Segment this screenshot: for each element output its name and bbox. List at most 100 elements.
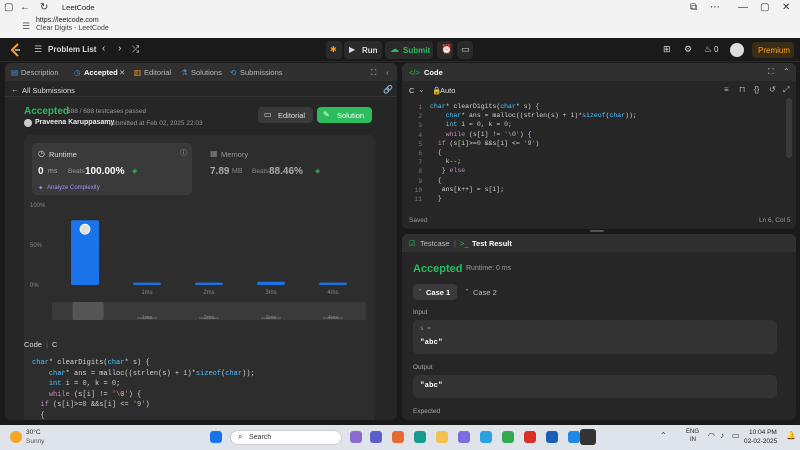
all-submissions-link[interactable]: All Submissions [22, 86, 75, 95]
code-line[interactable]: } [430, 195, 442, 202]
file-explorer-icon[interactable] [436, 431, 448, 443]
collapse-chevron-icon[interactable]: ⌃ [783, 67, 790, 76]
chrome-icon[interactable] [502, 431, 514, 443]
premium-button[interactable]: Premium [752, 42, 794, 58]
runtime-card[interactable]: ◷ Runtime ⓘ 0 ms Beats 100.00% ◈ ✦ Analy… [32, 143, 192, 195]
url-text[interactable]: https://leetcode.com [36, 17, 109, 24]
teams-icon[interactable] [370, 431, 382, 443]
weather-sun-icon[interactable] [10, 431, 22, 443]
bookmark-icon[interactable]: ⊓ [739, 85, 745, 94]
editor-scrollbar[interactable] [786, 98, 792, 158]
tab-submissions[interactable]: Submissions [240, 68, 283, 77]
tab-accepted[interactable]: Accepted [84, 68, 118, 77]
code-editor-area[interactable]: 1 char* clearDigits(char* s) {2 char* ans… [402, 96, 796, 209]
next-problem-icon[interactable]: › [118, 43, 121, 54]
mode-label[interactable]: Auto [440, 86, 455, 95]
menu-dots-icon[interactable]: ⋯ [710, 2, 720, 13]
avatar[interactable] [730, 43, 744, 57]
tab-testcase[interactable]: Testcase [420, 239, 450, 248]
analyze-complexity-link[interactable]: Analyze Complexity [47, 185, 100, 191]
chevron-down-icon[interactable]: ⌄ [418, 85, 425, 94]
volume-icon[interactable]: ♪ [720, 431, 724, 440]
code-line[interactable]: { [430, 177, 442, 184]
close-icon[interactable]: ✕ [782, 2, 790, 13]
sidebar-toggle-icon[interactable]: ▢ [4, 2, 13, 13]
tab-test-result[interactable]: Test Result [472, 239, 512, 248]
code-line[interactable]: while (s[i] != '\0') { [430, 131, 532, 138]
tab-description[interactable]: Description [21, 68, 59, 77]
notification-bell-icon[interactable]: 🔔 [786, 431, 796, 440]
streak-fire-icon[interactable]: ♨ [704, 44, 712, 55]
submit-button[interactable]: ☁ Submit [385, 41, 433, 59]
code-line[interactable]: char* ans = malloc((strlen(s) + 1)*sizeo… [430, 112, 637, 119]
case-1-tab[interactable]: • Case 1 [413, 284, 457, 300]
debug-button[interactable]: ✱ [326, 41, 342, 59]
taskbar-search[interactable]: ⌕ Search [230, 430, 342, 445]
solution-button[interactable]: ✎ Solution [317, 107, 372, 123]
windows-start-icon[interactable] [210, 431, 222, 443]
expand-icon[interactable]: ⛶ [371, 68, 376, 78]
back-arrow-icon[interactable]: ← [20, 2, 30, 13]
code-line[interactable]: ans[k++] = s[i]; [430, 186, 504, 193]
info-icon[interactable]: ⓘ [180, 148, 187, 158]
code-line[interactable]: if (s[i]>=0 &&s[i] <= '9') [430, 140, 539, 147]
store-icon[interactable] [480, 431, 492, 443]
settings-gear-icon[interactable]: ⚙ [684, 44, 692, 55]
word-icon[interactable] [546, 431, 558, 443]
fullscreen-icon[interactable]: ⤢ [783, 85, 789, 95]
run-button[interactable]: ▶ Run [344, 41, 382, 59]
code-line[interactable]: { [430, 149, 442, 156]
app-icon-purple[interactable] [458, 431, 470, 443]
problem-list-icon[interactable]: ☰ [34, 44, 42, 55]
maximize-icon[interactable]: ▢ [760, 2, 769, 13]
weather-text[interactable]: Sunny [26, 438, 44, 445]
username[interactable]: Praveena Karuppasamy [35, 119, 114, 126]
code-line[interactable]: char* clearDigits(char* s) { [430, 103, 539, 110]
tab-editorial[interactable]: Editorial [144, 68, 171, 77]
collapse-chevron-icon[interactable]: ‹ [386, 68, 389, 77]
colorful-app-icon[interactable] [392, 431, 404, 443]
share-link-icon[interactable]: 🔗 [383, 85, 393, 94]
tab-title[interactable]: LeetCode [62, 3, 95, 12]
clock-time[interactable]: 10:04 PM [749, 429, 777, 436]
minimize-icon[interactable]: — [738, 2, 748, 13]
screenshot-icon[interactable]: ⧉ [690, 2, 697, 13]
braces-icon[interactable]: {} [754, 85, 759, 94]
leetcode-logo-icon[interactable] [10, 43, 22, 57]
layout-grid-icon[interactable]: ⊞ [663, 44, 671, 55]
weather-temp[interactable]: 30°C [26, 429, 41, 436]
problem-list-link[interactable]: Problem List [48, 45, 96, 54]
case-2-tab[interactable]: • Case 2 [462, 284, 506, 300]
copilot-icon[interactable] [350, 431, 362, 443]
tab-solutions[interactable]: Solutions [191, 68, 222, 77]
clock-date[interactable]: 02-02-2025 [744, 438, 777, 445]
outlook-icon[interactable] [568, 431, 580, 443]
language-eng[interactable]: ENG [686, 429, 699, 435]
edge-icon[interactable] [414, 431, 426, 443]
address-bar[interactable]: https://leetcode.com Clear Digits - Leet… [36, 17, 109, 32]
language-select[interactable]: C [409, 86, 414, 95]
notes-button[interactable]: ▭ [457, 41, 473, 59]
close-tab-icon[interactable]: ✕ [119, 68, 125, 77]
wifi-icon[interactable]: ◠ [708, 431, 715, 440]
mcafee-icon[interactable] [524, 431, 536, 443]
leetcode-taskbar-icon[interactable] [580, 429, 596, 445]
chevron-up-icon[interactable]: ⌃ [660, 431, 667, 440]
code-line[interactable]: } else [430, 167, 465, 174]
user-avatar[interactable] [24, 119, 32, 127]
code-line[interactable]: k--; [430, 158, 462, 165]
code-line[interactable]: int i = 0, k = 0; [430, 121, 512, 128]
shuffle-icon[interactable]: ⤮ [132, 44, 139, 55]
timer-button[interactable]: ⏰ [437, 41, 453, 59]
resize-handle[interactable] [590, 230, 604, 232]
submitted-code-viewer[interactable]: char* clearDigits(char* s) { char* ans =… [24, 353, 375, 420]
back-arrow-icon[interactable]: ← [11, 85, 19, 94]
editorial-button[interactable]: ▭ Editorial [258, 107, 313, 123]
reload-icon[interactable]: ↻ [40, 2, 48, 13]
memory-card[interactable]: ▦ Memory 7.89 MB Beats 88.46% ◈ [204, 143, 364, 195]
prev-problem-icon[interactable]: ‹ [102, 43, 105, 54]
format-icon[interactable]: ≡ [724, 85, 729, 94]
expand-icon[interactable]: ⛶ [768, 67, 774, 77]
battery-icon[interactable]: ▭ [732, 431, 740, 440]
reset-icon[interactable]: ↺ [769, 85, 776, 94]
